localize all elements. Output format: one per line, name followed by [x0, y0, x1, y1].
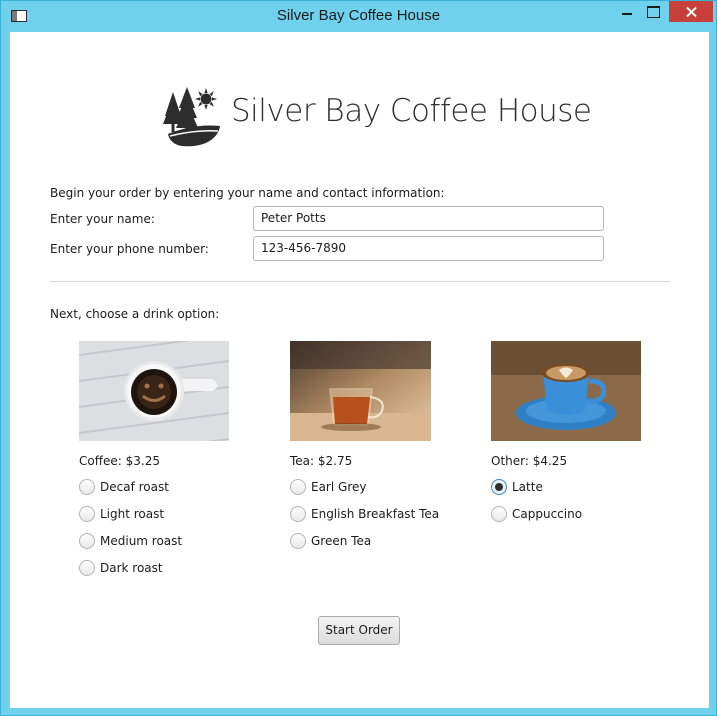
option-label: Decaf roast: [100, 480, 169, 494]
option-label: Earl Grey: [311, 480, 367, 494]
main-content: Silver Bay Coffee House Begin your order…: [10, 32, 709, 708]
phone-input[interactable]: 123-456-7890: [253, 236, 604, 261]
trees-sun-wave-logo-icon: [163, 87, 220, 147]
section-divider: [50, 281, 670, 282]
coffee-cup-photo: [79, 341, 229, 441]
other-option-latte[interactable]: Latte: [491, 478, 641, 498]
radio-button[interactable]: [491, 506, 507, 522]
other-heading: Other: $4.25: [491, 454, 568, 468]
title-bar[interactable]: Silver Bay Coffee House: [1, 1, 716, 32]
close-icon[interactable]: [669, 1, 713, 22]
radio-button[interactable]: [79, 560, 95, 576]
tea-option-earl-grey[interactable]: Earl Grey: [290, 478, 470, 498]
drink-prompt: Next, choose a drink option:: [50, 307, 220, 321]
window-title: Silver Bay Coffee House: [276, 7, 441, 24]
radio-button[interactable]: [79, 479, 95, 495]
coffee-option-decaf[interactable]: Decaf roast: [79, 478, 229, 498]
radio-button[interactable]: [79, 506, 95, 522]
start-order-button[interactable]: Start Order: [318, 616, 400, 645]
tea-heading: Tea: $2.75: [290, 454, 353, 468]
phone-label: Enter your phone number:: [50, 242, 209, 256]
latte-art-photo: [491, 341, 641, 441]
other-option-cappuccino[interactable]: Cappuccino: [491, 505, 641, 525]
name-label: Enter your name:: [50, 212, 155, 226]
coffee-heading: Coffee: $3.25: [79, 454, 160, 468]
coffee-option-dark[interactable]: Dark roast: [79, 559, 229, 579]
coffee-option-medium[interactable]: Medium roast: [79, 532, 229, 552]
option-label: Latte: [512, 480, 543, 494]
radio-button[interactable]: [79, 533, 95, 549]
tea-option-green[interactable]: Green Tea: [290, 532, 470, 552]
option-label: English Breakfast Tea: [311, 507, 440, 521]
tea-glass-photo: [290, 341, 431, 441]
option-label: Dark roast: [100, 561, 163, 575]
option-label: Cappuccino: [512, 507, 583, 521]
minimize-icon[interactable]: [615, 1, 639, 22]
app-window: Silver Bay Coffee House Silver Bay Coffe…: [0, 0, 717, 716]
contact-intro: Begin your order by entering your name a…: [50, 186, 445, 200]
coffee-option-light[interactable]: Light roast: [79, 505, 229, 525]
tea-option-english-breakfast[interactable]: English Breakfast Tea: [290, 505, 470, 525]
radio-button[interactable]: [290, 533, 306, 549]
radio-button[interactable]: [290, 479, 306, 495]
brand-name: Silver Bay Coffee House: [231, 93, 592, 129]
radio-button[interactable]: [290, 506, 306, 522]
option-label: Light roast: [100, 507, 165, 521]
option-label: Green Tea: [311, 534, 372, 548]
radio-button-selected[interactable]: [491, 479, 507, 495]
brand-logo: Silver Bay Coffee House: [162, 84, 592, 150]
option-label: Medium roast: [100, 534, 183, 548]
maximize-icon[interactable]: [643, 1, 663, 22]
name-input[interactable]: Peter Potts: [253, 206, 604, 231]
